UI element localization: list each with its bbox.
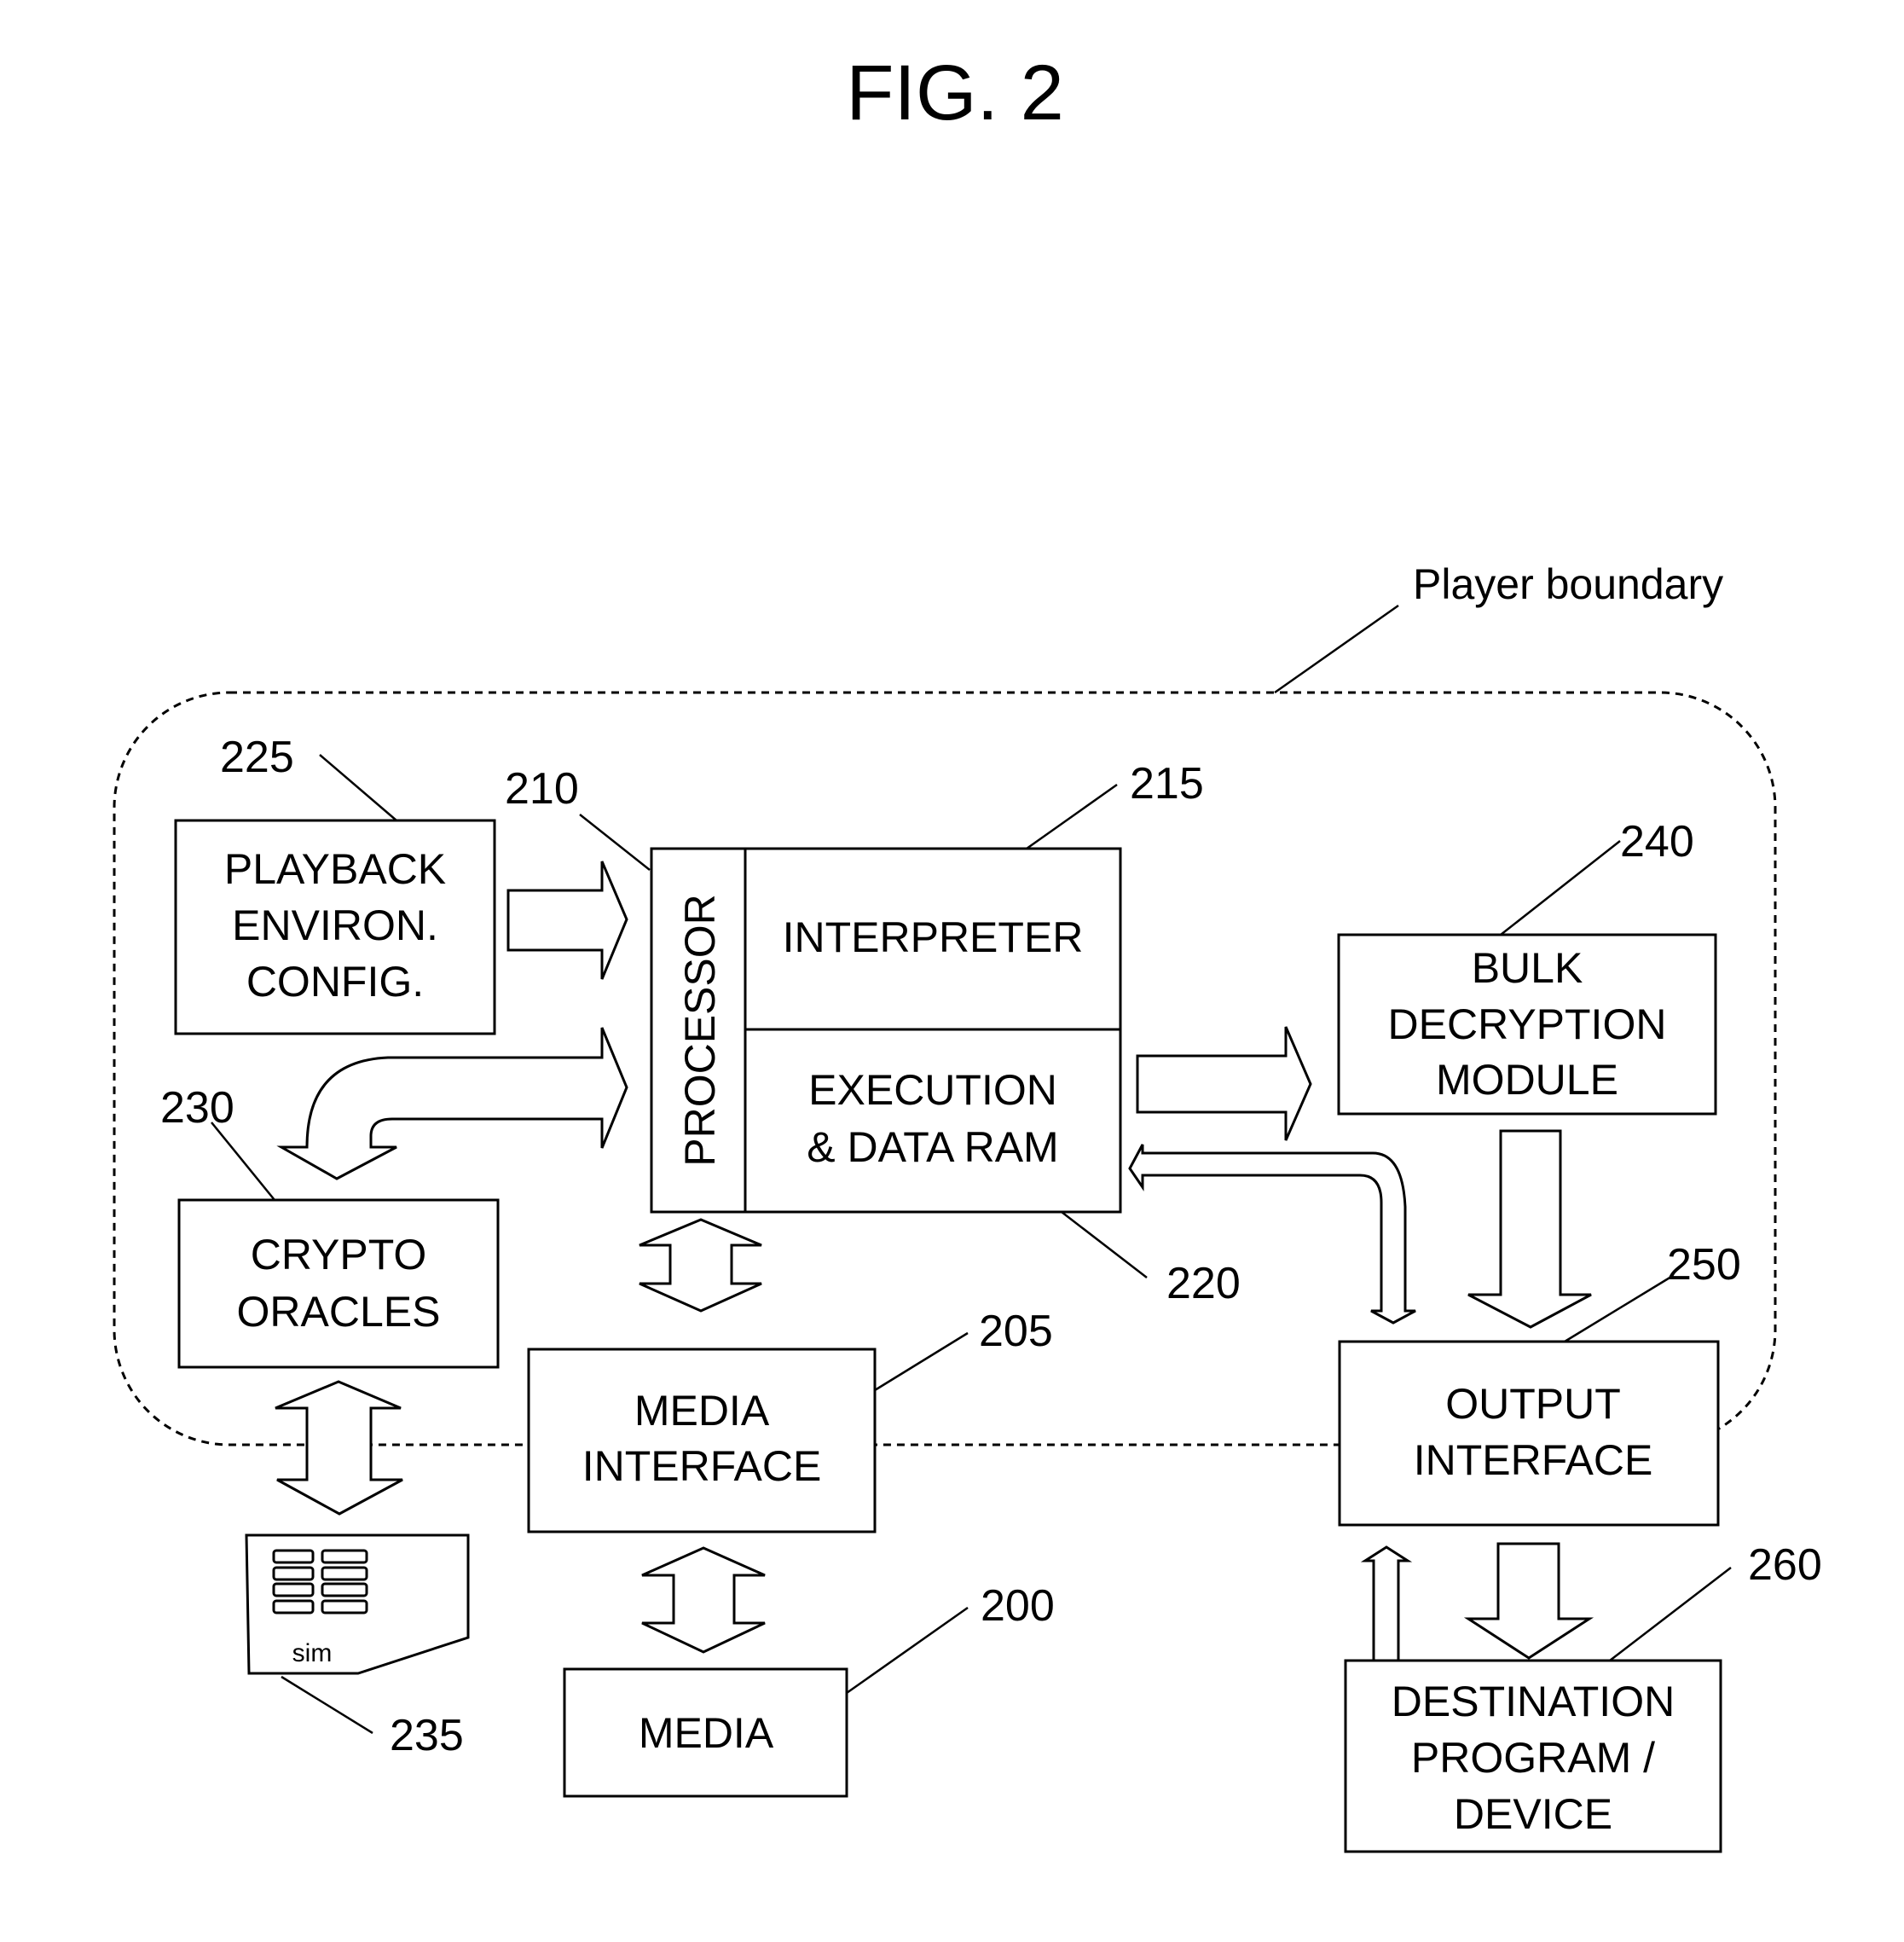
player-boundary-label: Player boundary — [1413, 560, 1723, 608]
arrow-crypto-processor — [276, 1027, 628, 1180]
sim-label: sim — [292, 1639, 333, 1667]
output-line-2: INTERFACE — [1414, 1436, 1653, 1484]
ref-260: 260 — [1748, 1540, 1822, 1590]
crypto-oracles-block: CRYPTO ORACLES — [177, 1198, 500, 1369]
playback-environment-config-block: PLAYBACK ENVIRON. CONFIG. — [174, 819, 496, 1035]
playback-line-3: CONFIG. — [246, 958, 424, 1006]
leader-225 — [319, 754, 397, 821]
bulk-line-3: MODULE — [1436, 1056, 1618, 1104]
bulk-decryption-module-block: BULK DECRYPTION MODULE — [1337, 933, 1717, 1116]
media-interface-block: MEDIA INTERFACE — [527, 1348, 877, 1533]
playback-line-1: PLAYBACK — [224, 845, 446, 893]
crypto-line-2: ORACLES — [237, 1288, 441, 1336]
media-interface-line-2: INTERFACE — [582, 1442, 822, 1490]
ref-205: 205 — [979, 1307, 1053, 1356]
arrow-media-interface-media — [641, 1546, 766, 1654]
playback-line-2: ENVIRON. — [232, 901, 438, 949]
leader-240 — [1500, 840, 1621, 936]
ref-235: 235 — [390, 1711, 464, 1760]
bulk-line-2: DECRYPTION — [1388, 1000, 1667, 1048]
interpreter-label: INTERPRETER — [783, 913, 1084, 961]
output-interface-block: OUTPUT INTERFACE — [1338, 1340, 1720, 1527]
ram-line-1: EXECUTION — [808, 1066, 1057, 1114]
ref-225: 225 — [220, 733, 294, 782]
media-interface-line-1: MEDIA — [634, 1387, 770, 1435]
leader-200 — [846, 1606, 969, 1695]
ref-250: 250 — [1667, 1240, 1741, 1290]
patent-diagram: FIG. 2 Player boundary PLAYBACK ENVIRON.… — [113, 49, 1822, 1853]
arrow-bulk-to-output — [1467, 1129, 1592, 1329]
ram-line-2: & DATA RAM — [807, 1123, 1058, 1171]
bulk-line-1: BULK — [1472, 944, 1583, 992]
leader-220 — [1061, 1211, 1148, 1278]
leader-215 — [1026, 783, 1118, 850]
ref-240: 240 — [1620, 817, 1694, 867]
arrow-crypto-sim — [275, 1380, 403, 1516]
ref-200: 200 — [981, 1581, 1055, 1631]
player-boundary-leader — [1274, 604, 1399, 694]
media-block: MEDIA — [563, 1667, 848, 1798]
media-label: MEDIA — [639, 1709, 774, 1757]
destination-line-1: DESTINATION — [1392, 1678, 1675, 1725]
ref-210: 210 — [505, 764, 579, 814]
ref-220: 220 — [1166, 1259, 1241, 1308]
destination-line-3: DEVICE — [1454, 1790, 1612, 1838]
leader-250 — [1564, 1275, 1672, 1343]
processor-block: PROCESSOR INTERPRETER EXECUTION & DATA R… — [650, 847, 1122, 1214]
leader-235 — [281, 1675, 373, 1735]
arrow-ram-to-bulk — [1136, 1026, 1312, 1141]
output-line-1: OUTPUT — [1445, 1380, 1621, 1428]
arrow-output-to-destination — [1463, 1542, 1594, 1660]
arrow-processor-media-interface — [639, 1218, 762, 1313]
leader-205 — [874, 1331, 969, 1392]
sim-card-icon: sim — [245, 1533, 470, 1675]
crypto-line-1: CRYPTO — [251, 1231, 427, 1278]
leader-230 — [211, 1122, 275, 1201]
arrow-playback-to-processor — [506, 861, 628, 980]
ref-215: 215 — [1130, 759, 1204, 809]
destination-program-device-block: DESTINATION PROGRAM / DEVICE — [1344, 1659, 1722, 1853]
destination-line-2: PROGRAM / — [1411, 1734, 1655, 1782]
ref-230: 230 — [160, 1083, 234, 1133]
figure-title: FIG. 2 — [846, 49, 1064, 136]
leader-210 — [579, 814, 651, 871]
leader-260 — [1609, 1567, 1732, 1661]
processor-label: PROCESSOR — [676, 894, 724, 1167]
